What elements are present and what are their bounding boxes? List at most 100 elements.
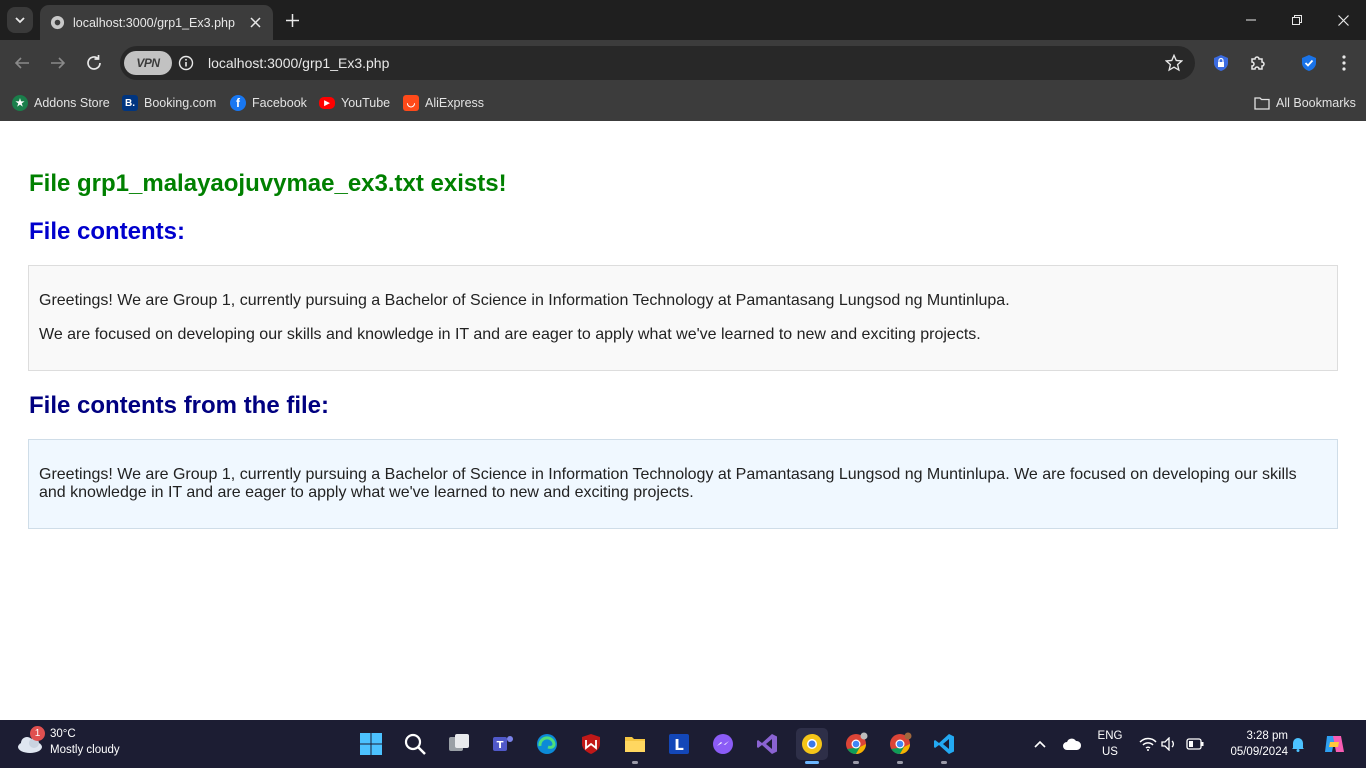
bookmark-facebook[interactable]: f Facebook	[230, 93, 307, 113]
svg-text:L: L	[674, 736, 684, 754]
star-icon[interactable]	[1165, 54, 1183, 72]
bookmarks-bar: ★ Addons Store B. Booking.com f Facebook…	[0, 86, 1366, 121]
battery-icon	[1186, 738, 1204, 750]
file-contents-heading: File contents:	[29, 218, 186, 245]
task-view-button[interactable]	[443, 728, 475, 760]
speaker-icon	[1161, 737, 1174, 751]
shield-check-icon	[1302, 55, 1316, 71]
l-app-icon: L	[669, 734, 689, 754]
file-contents-from-file-heading: File contents from the file:	[29, 392, 330, 419]
forward-button[interactable]	[46, 51, 70, 75]
browser-menu-button[interactable]	[1334, 53, 1354, 73]
bookmark-label: Addons Store	[34, 96, 110, 110]
messenger-icon	[713, 734, 733, 754]
teams-icon: T	[493, 736, 513, 751]
taskbar-teams[interactable]: T	[487, 728, 519, 760]
tab-close-icon[interactable]	[246, 14, 264, 32]
bookmark-youtube[interactable]: ▶ YouTube	[319, 93, 390, 113]
taskbar-chrome-profile-2[interactable]	[884, 728, 916, 764]
language-indicator[interactable]: ENG US	[1094, 728, 1126, 760]
taskbar-file-explorer[interactable]	[619, 728, 651, 764]
region-label: US	[1102, 746, 1118, 758]
vpn-button[interactable]: VPN	[124, 51, 172, 75]
addons-store-icon: ★	[12, 95, 28, 111]
taskbar-chrome-profile-1[interactable]	[840, 728, 872, 764]
bookmark-label: AliExpress	[425, 96, 485, 110]
edge-icon	[537, 734, 557, 754]
puzzle-icon	[1251, 56, 1265, 70]
clock[interactable]: 3:28 pm 05/09/2024	[1216, 728, 1288, 760]
extension-lock-button[interactable]	[1211, 53, 1231, 73]
date-label: 05/09/2024	[1230, 746, 1288, 758]
bookmark-aliexpress[interactable]: ◡ AliExpress	[403, 93, 484, 113]
weather-badge: 1	[30, 726, 45, 741]
file-exists-heading: File grp1_malayaojuvymae_ex3.txt exists!	[29, 170, 507, 197]
close-window-button[interactable]	[1320, 0, 1366, 40]
mcafee-icon	[582, 734, 600, 754]
address-bar[interactable]: VPN localhost:3000/grp1_Ex3.php	[120, 46, 1195, 80]
booking-icon: B.	[122, 95, 138, 111]
restore-icon	[1292, 15, 1302, 25]
folder-icon	[625, 737, 645, 752]
tab-search-button[interactable]	[7, 7, 33, 33]
bookmark-label: YouTube	[341, 96, 391, 110]
taskbar-messenger[interactable]	[707, 728, 739, 760]
reload-button[interactable]	[82, 51, 106, 75]
cloud-icon: 1	[16, 726, 45, 756]
notifications-button[interactable]	[1282, 728, 1314, 760]
chrome-icon	[846, 732, 868, 755]
bell-icon	[1292, 738, 1304, 752]
security-extension-button[interactable]	[1299, 53, 1319, 73]
arrow-left-icon	[14, 57, 29, 69]
taskbar-edge[interactable]	[531, 728, 563, 760]
active-indicator	[805, 761, 819, 764]
plus-icon	[285, 13, 299, 27]
new-tab-button[interactable]	[282, 10, 302, 30]
youtube-icon: ▶	[319, 97, 335, 109]
running-indicator	[897, 761, 903, 764]
copilot-button[interactable]	[1318, 728, 1350, 760]
info-icon[interactable]	[178, 55, 194, 71]
bookmark-label: Booking.com	[144, 96, 217, 110]
chevron-down-icon	[15, 17, 25, 24]
show-hidden-icons-button[interactable]	[1024, 728, 1056, 760]
bookmark-addons-store[interactable]: ★ Addons Store	[12, 93, 110, 113]
running-indicator	[853, 761, 859, 764]
reload-icon	[87, 55, 101, 70]
url-text[interactable]: localhost:3000/grp1_Ex3.php	[208, 55, 389, 71]
weather-widget[interactable]: 1 30°C Mostly cloudy	[16, 726, 120, 758]
browser-tab-strip: localhost:3000/grp1_Ex3.php	[0, 0, 1366, 40]
back-button[interactable]	[10, 51, 34, 75]
taskbar-mcafee[interactable]	[575, 728, 607, 760]
browser-tab-active[interactable]: localhost:3000/grp1_Ex3.php	[40, 5, 273, 40]
copilot-icon	[1325, 736, 1344, 752]
minimize-icon	[1246, 19, 1256, 21]
file-contents-from-file-box: Greetings! We are Group 1, currently pur…	[28, 439, 1338, 529]
cloud-icon	[1063, 738, 1082, 750]
taskbar-vscode[interactable]	[928, 728, 960, 764]
onedrive-button[interactable]	[1056, 728, 1088, 760]
svg-text:T: T	[497, 740, 504, 751]
taskbar-lens-app[interactable]: L	[663, 728, 695, 760]
bookmark-booking[interactable]: B. Booking.com	[122, 93, 216, 113]
running-indicator	[941, 761, 947, 764]
tab-title: localhost:3000/grp1_Ex3.php	[73, 15, 235, 30]
browser-toolbar: VPN localhost:3000/grp1_Ex3.php	[0, 40, 1366, 86]
start-button[interactable]	[355, 728, 387, 760]
taskbar-chrome-active[interactable]	[796, 728, 828, 764]
language-label: ENG	[1097, 730, 1123, 742]
search-icon	[404, 733, 426, 755]
more-vertical-icon	[1342, 55, 1346, 71]
minimize-button[interactable]	[1228, 0, 1274, 40]
extensions-button[interactable]	[1248, 53, 1268, 73]
all-bookmarks-button[interactable]: All Bookmarks	[1254, 93, 1356, 113]
shield-lock-icon	[1214, 55, 1228, 71]
chrome-icon	[890, 732, 912, 755]
taskbar-visual-studio[interactable]	[751, 728, 783, 760]
battery-button[interactable]	[1179, 728, 1211, 760]
aliexpress-icon: ◡	[403, 95, 419, 111]
visual-studio-icon	[757, 734, 777, 754]
restore-button[interactable]	[1274, 0, 1320, 40]
taskbar-search-button[interactable]	[399, 728, 431, 760]
task-view-icon	[449, 734, 469, 751]
